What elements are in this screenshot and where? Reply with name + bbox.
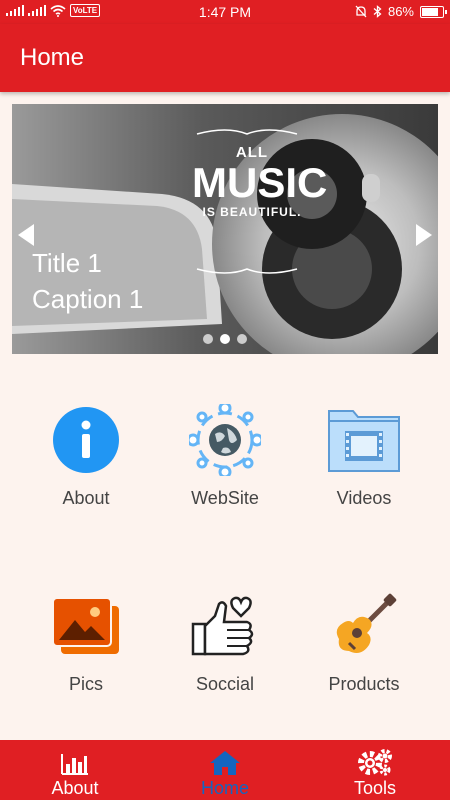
home-icon	[150, 746, 300, 776]
alarm-off-icon	[355, 5, 367, 18]
video-folder-icon	[324, 400, 404, 480]
page-title: Home	[20, 44, 85, 71]
tile-label: Pics	[68, 674, 103, 694]
nav-home[interactable]: Home	[150, 740, 300, 800]
pictures-icon	[46, 586, 126, 666]
bar-chart-icon	[0, 746, 150, 776]
nav-label: Tools	[353, 778, 397, 798]
tile-label: WebSite	[191, 488, 259, 508]
status-bar: VoLTE 1:47 PM 86%	[0, 0, 450, 24]
next-slide-arrow-icon[interactable]	[416, 224, 432, 246]
image-slider[interactable]: ALL MUSIC IS BEAUTIFUL. Title 1 Caption …	[12, 104, 438, 354]
tile-about[interactable]: About	[16, 400, 156, 509]
slide-text-is: IS BEAUTIFUL.	[202, 205, 302, 219]
nav-tools[interactable]: Tools	[300, 740, 450, 800]
slide-dot[interactable]	[237, 334, 247, 344]
nav-label: About	[51, 778, 99, 798]
slide-dot[interactable]	[220, 334, 230, 344]
previous-slide-arrow-icon[interactable]	[18, 224, 34, 246]
battery-fill	[422, 7, 438, 16]
slide-dot[interactable]	[203, 334, 213, 344]
thumbs-up-heart-icon	[185, 586, 265, 666]
nav-label: Home	[200, 778, 249, 798]
tile-website[interactable]: WebSite	[155, 400, 295, 509]
slide-caption: Caption 1	[32, 284, 144, 314]
status-right: 86%	[355, 4, 447, 19]
tile-label: Videos	[336, 488, 392, 508]
slide-image	[12, 104, 438, 354]
nav-about[interactable]: About	[0, 740, 150, 800]
battery-icon	[420, 5, 447, 18]
tile-label: Products	[328, 674, 400, 694]
tile-pics[interactable]: Pics	[16, 586, 156, 695]
info-icon	[46, 400, 126, 480]
app-bar: Home	[0, 24, 450, 92]
tile-label: About	[62, 488, 110, 508]
gears-icon	[300, 746, 450, 776]
guitar-icon	[324, 586, 404, 666]
tile-products[interactable]: Products	[294, 586, 434, 695]
slide-title: Title 1	[32, 248, 102, 278]
slide-indicator-dots	[12, 334, 438, 344]
bluetooth-icon	[373, 5, 382, 18]
bottom-navigation: About Home Tools	[0, 740, 450, 800]
tile-videos[interactable]: Videos	[294, 400, 434, 509]
globe-network-icon	[185, 400, 265, 480]
tile-label: Soccial	[195, 674, 255, 694]
slide-image-text: ALL MUSIC IS BEAUTIFUL.	[192, 144, 328, 219]
battery-percent: 86%	[387, 4, 414, 19]
slide-text-music: MUSIC	[192, 159, 328, 206]
tile-soccial[interactable]: Soccial	[155, 586, 295, 695]
